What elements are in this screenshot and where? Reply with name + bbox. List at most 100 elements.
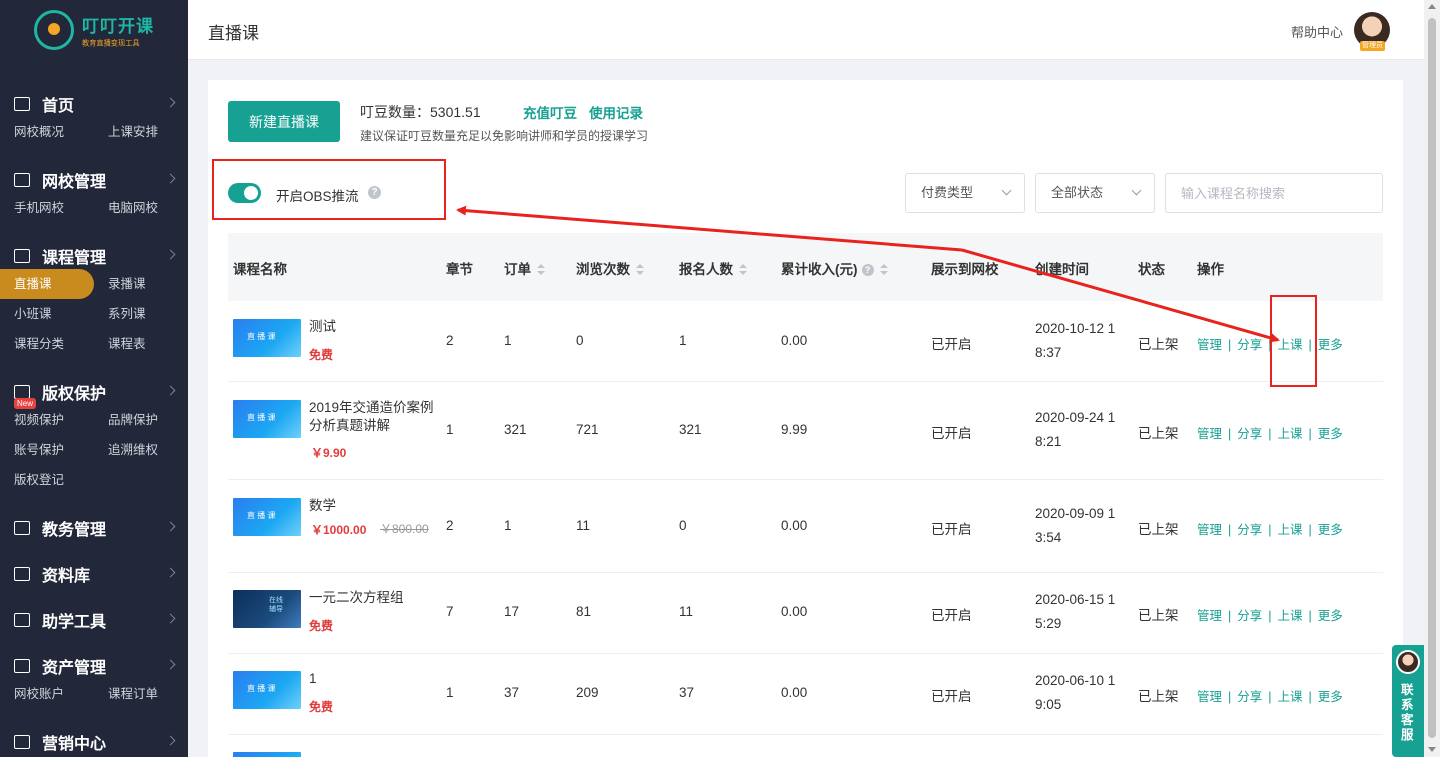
chevron-right-icon [165,97,176,108]
more-link[interactable]: 更多 [1318,690,1343,704]
sidebar-item-brand-protect[interactable]: 品牌保护 [94,405,188,435]
share-link[interactable]: 分享 [1237,338,1262,352]
cell-orders: 321 [504,422,527,437]
recharge-link[interactable]: 充值叮豆 [523,102,577,122]
th-created: 创建时间 [1035,262,1089,277]
nav-group-copyright: 版权保护 视频保护 品牌保护 账号保护 追溯维权 版权登记 [0,379,188,495]
more-link[interactable]: 更多 [1318,427,1343,441]
manage-link[interactable]: 管理 [1197,609,1222,623]
nav-title: 首页 [42,98,75,115]
more-link[interactable]: 更多 [1318,523,1343,537]
course-name[interactable]: 数学 [309,497,439,515]
help-center-link[interactable]: 帮助中心 [1291,22,1343,41]
share-link[interactable]: 分享 [1237,609,1262,623]
nav-head-library[interactable]: 资料库 [0,561,188,587]
sidebar-item-account-protect[interactable]: 账号保护 [0,435,94,465]
course-thumbnail[interactable] [233,590,301,628]
chevron-right-icon [165,173,176,184]
nav-head-tools[interactable]: 助学工具 [0,607,188,633]
th-income[interactable]: 累计收入(元)? [781,258,888,278]
course-price: ￥9.90 [311,446,347,460]
question-icon[interactable]: ? [368,186,381,199]
nav-head-assets[interactable]: 资产管理 [0,653,188,679]
customer-service-button[interactable]: 联系客服 [1392,645,1424,757]
start-class-link[interactable]: 上课 [1278,690,1303,704]
question-icon[interactable]: ? [861,264,874,277]
course-name[interactable]: 1 [309,670,439,688]
nav-title: 资产管理 [42,660,107,677]
start-class-link[interactable]: 上课 [1278,427,1303,441]
course-thumbnail[interactable] [233,400,301,438]
scroll-thumb[interactable] [1428,18,1436,738]
th-orders[interactable]: 订单 [504,258,545,278]
obs-toggle[interactable] [228,183,261,203]
separator: | [1268,523,1272,537]
course-name[interactable]: 一元二次方程组 [309,589,439,607]
course-thumbnail[interactable] [233,319,301,357]
nav-head-home[interactable]: 首页 [0,91,188,117]
manage-link[interactable]: 管理 [1197,690,1222,704]
scroll-up-icon[interactable] [1428,4,1436,9]
sidebar-item-copyright-register[interactable]: 版权登记 [0,465,94,495]
course-name[interactable]: 测试 [309,318,439,336]
course-thumbnail[interactable] [233,671,301,709]
sidebar-item-timetable[interactable]: 课程表 [94,329,188,359]
nav-head-courses[interactable]: 课程管理 [0,243,188,269]
table-row: 测试 免费 2 1 0 1 0.00 已开启 2020-10-12 1 8:37… [228,301,1383,382]
sidebar-item-schedule[interactable]: 上课安排 [94,117,188,147]
sort-icon[interactable] [879,264,888,276]
tag-icon [14,735,30,749]
cell-income: 9.99 [781,422,808,437]
sort-icon[interactable] [739,264,747,276]
share-link[interactable]: 分享 [1237,523,1262,537]
pay-type-select[interactable]: 付费类型 [905,173,1025,213]
more-link[interactable]: 更多 [1318,609,1343,623]
sidebar-item-live-course[interactable]: 直播课 [0,269,94,299]
scroll-down-icon[interactable] [1428,747,1436,752]
nav-head-academic[interactable]: 教务管理 [0,515,188,541]
logo[interactable]: 叮叮开课 教育直播变现工具 [0,0,188,60]
video-icon [14,385,30,399]
th-course-name: 课程名称 [233,262,287,277]
sidebar-item-recorded-course[interactable]: 录播课 [94,269,188,299]
sidebar-item-school-account[interactable]: 网校账户 [0,679,94,709]
start-class-link[interactable]: 上课 [1278,523,1303,537]
sidebar-item-small-class[interactable]: 小班课 [0,299,94,329]
cell-created: 2020-06-15 1 [1035,592,1116,607]
cell-chapters: 1 [446,422,454,437]
nav-head-school[interactable]: 网校管理 [0,167,188,193]
status-select[interactable]: 全部状态 [1035,173,1155,213]
search-input[interactable] [1165,173,1383,213]
nav-head-marketing[interactable]: 营销中心 [0,729,188,755]
sidebar-item-trace[interactable]: 追溯维权 [94,435,188,465]
manage-link[interactable]: 管理 [1197,427,1222,441]
usage-records-link[interactable]: 使用记录 [589,102,643,122]
separator: | [1268,609,1272,623]
sidebar-item-pc-school[interactable]: 电脑网校 [94,193,188,223]
sidebar-item-category[interactable]: 课程分类 [0,329,94,359]
more-link[interactable]: 更多 [1318,338,1343,352]
sidebar-item-series[interactable]: 系列课 [94,299,188,329]
course-thumbnail[interactable] [233,752,301,757]
table-row: 数学 ￥1000.00 ￥800.00 2 1 11 0 0.00 已开启 20… [228,480,1383,573]
cell-chapters: 7 [446,604,454,619]
sidebar-item-course-orders[interactable]: 课程订单 [94,679,188,709]
page-scrollbar[interactable] [1424,0,1440,757]
share-link[interactable]: 分享 [1237,690,1262,704]
course-name[interactable]: 2019年交通造价案例分析真题讲解 [309,399,439,435]
row-actions: 管理 | 分享 | 上课 | 更多 [1197,686,1343,705]
sidebar-item-mobile-school[interactable]: 手机网校 [0,193,94,223]
start-class-link[interactable]: 上课 [1278,609,1303,623]
th-signups[interactable]: 报名人数 [679,258,747,278]
sort-icon[interactable] [636,264,644,276]
sort-icon[interactable] [537,264,545,276]
th-views[interactable]: 浏览次数 [576,258,644,278]
manage-link[interactable]: 管理 [1197,338,1222,352]
sidebar-item-overview[interactable]: 网校概况 [0,117,94,147]
manage-link[interactable]: 管理 [1197,523,1222,537]
share-link[interactable]: 分享 [1237,427,1262,441]
course-thumbnail[interactable] [233,498,301,536]
cell-chapters: 1 [446,685,454,700]
sidebar-item-video-protect[interactable]: 视频保护 [0,405,94,435]
new-live-course-button[interactable]: 新建直播课 [228,101,340,142]
